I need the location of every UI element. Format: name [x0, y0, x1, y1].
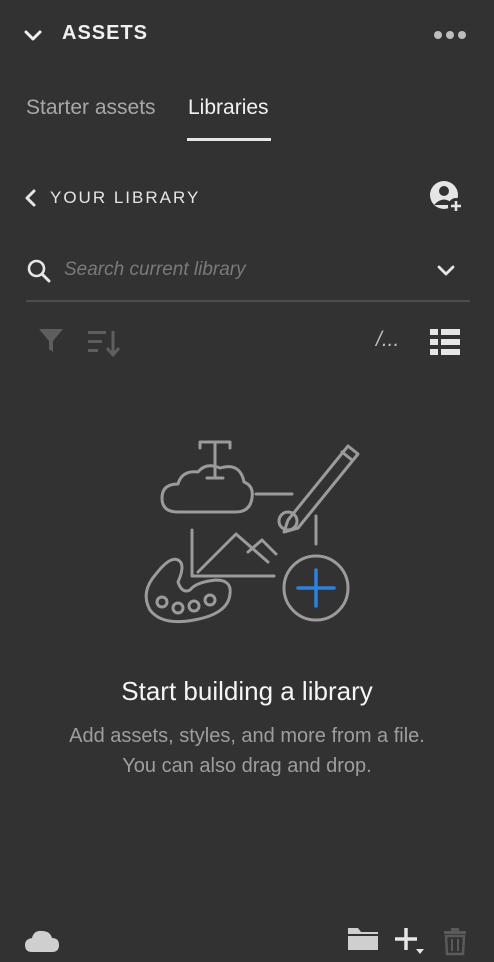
- sort-icon: [86, 326, 122, 360]
- empty-state-description-line-2: You can also drag and drop.: [122, 755, 372, 777]
- add-icon[interactable]: [392, 924, 426, 956]
- panel-title: ASSETS: [62, 22, 149, 44]
- collapse-chevron-icon[interactable]: [22, 24, 44, 46]
- search-scope-chevron-down-icon[interactable]: [434, 258, 458, 282]
- search-icon: [26, 258, 52, 284]
- view-options-truncated-label: /...: [376, 328, 400, 351]
- tab-starter-assets[interactable]: Starter assets: [26, 96, 156, 120]
- empty-state-description-line-1: Add assets, styles, and more from a file…: [69, 725, 425, 747]
- empty-state-title: Start building a library: [121, 676, 373, 706]
- trash-icon: [442, 926, 468, 956]
- cloud-sync-icon[interactable]: [24, 928, 60, 954]
- search-divider: [26, 300, 470, 302]
- more-options-icon[interactable]: [432, 26, 468, 44]
- empty-state-description: Add assets, styles, and more from a file…: [0, 721, 494, 781]
- back-chevron-icon[interactable]: [22, 188, 40, 208]
- active-tab-indicator: [187, 138, 271, 141]
- folder-icon[interactable]: [346, 924, 380, 952]
- search-input[interactable]: [64, 254, 414, 286]
- list-view-icon[interactable]: [428, 326, 462, 358]
- tab-libraries[interactable]: Libraries: [188, 96, 269, 120]
- add-user-icon[interactable]: [428, 180, 466, 216]
- filter-icon: [36, 326, 66, 356]
- empty-library-illustration: [136, 434, 366, 630]
- your-library-back-link[interactable]: YOUR LIBRARY: [50, 188, 200, 208]
